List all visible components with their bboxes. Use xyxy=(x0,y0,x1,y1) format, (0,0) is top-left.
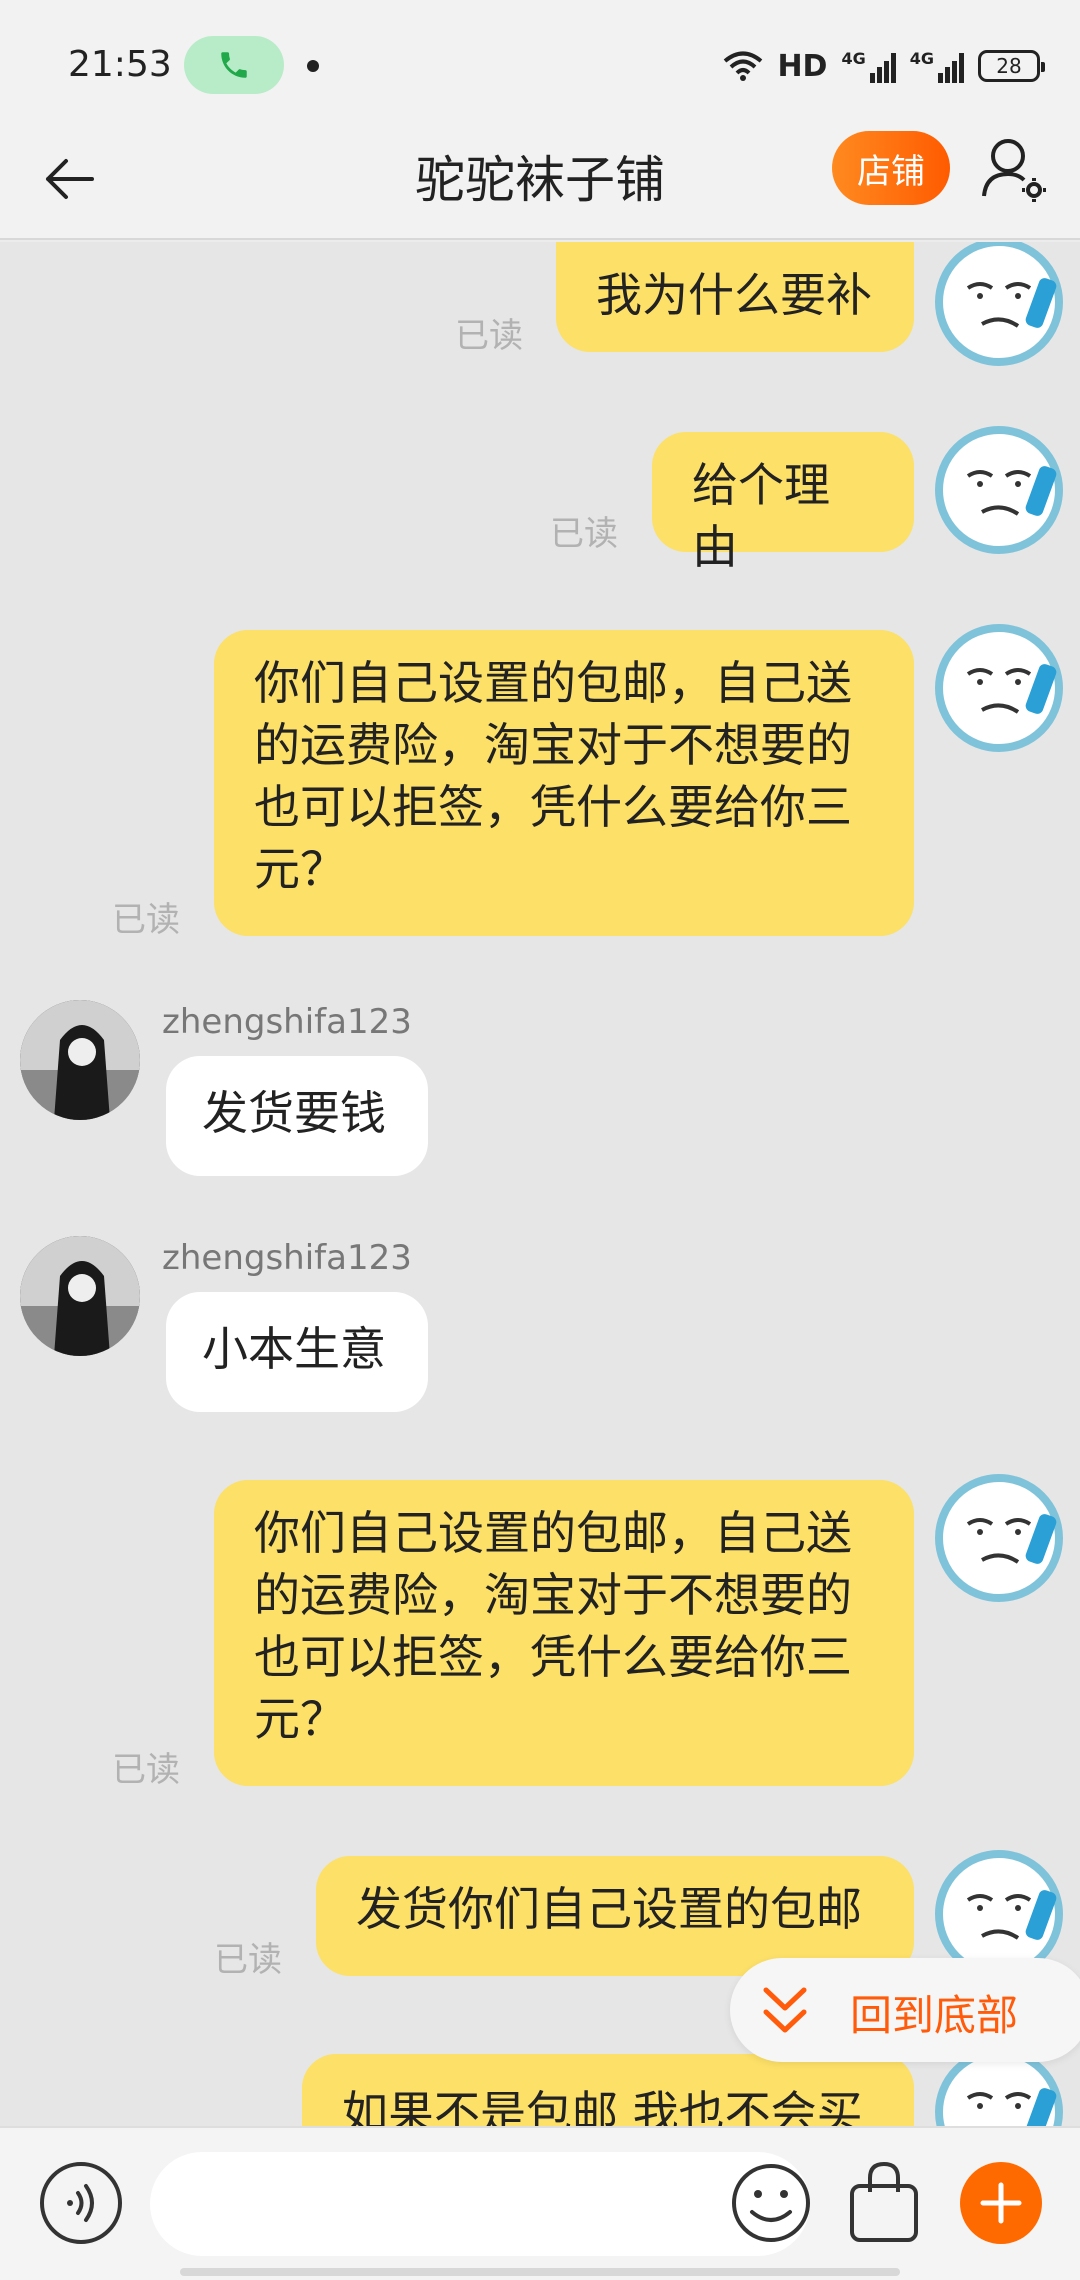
seller-message-bubble[interactable]: 小本生意 xyxy=(166,1292,428,1412)
shopping-bag-button[interactable] xyxy=(846,2158,922,2246)
voice-wave-icon xyxy=(67,2184,94,2222)
smiley-icon xyxy=(732,2164,810,2242)
back-to-bottom-label: 回到底部 xyxy=(850,1991,1019,2040)
read-receipt: 已读 xyxy=(455,316,523,356)
home-indicator xyxy=(180,2268,900,2276)
read-receipt: 已读 xyxy=(550,514,618,554)
phone-call-icon xyxy=(221,52,247,78)
seller-photo-avatar-icon xyxy=(20,1236,140,1356)
my-message-bubble[interactable]: 我为什么要补 xyxy=(556,242,914,352)
shopping-bag-icon xyxy=(850,2161,918,2242)
read-receipt: 已读 xyxy=(112,900,180,940)
my-avatar[interactable] xyxy=(928,624,1070,752)
my-avatar[interactable] xyxy=(928,242,1070,366)
meme-face-avatar-icon xyxy=(935,624,1063,752)
status-time: 21:53 xyxy=(68,44,172,85)
my-message-bubble[interactable]: 给个理由 xyxy=(652,432,914,574)
network-type-label: 4G xyxy=(841,49,866,68)
seller-photo-avatar-icon xyxy=(20,1000,140,1120)
chat-area[interactable]: 已读 我为什么要补 已读 给个理由 已读 你们自己设置的包邮，自己送的运费险，淘… xyxy=(0,242,1080,2126)
my-message-bubble[interactable]: 你们自己设置的包邮，自己送的运费险，淘宝对于不想要的也可以拒签，凭什么要给你三元… xyxy=(214,1480,914,1786)
message-input-bar xyxy=(0,2126,1080,2280)
seller-message-bubble[interactable]: 发货要钱 xyxy=(166,1056,428,1176)
profile-settings-button[interactable] xyxy=(980,134,1050,204)
read-receipt: 已读 xyxy=(214,1940,282,1980)
sender-name: zhengshifa123 xyxy=(162,1002,412,1042)
plus-icon xyxy=(980,2182,1022,2224)
user-settings-icon xyxy=(982,139,1046,202)
wifi-icon xyxy=(724,51,763,81)
message-input[interactable] xyxy=(150,2152,810,2256)
meme-face-avatar-icon xyxy=(935,1474,1063,1602)
my-message-bubble[interactable]: 如果不是包邮 我也不会买 xyxy=(302,2054,914,2126)
notification-dot xyxy=(307,60,319,72)
network-type-label-2: 4G xyxy=(909,49,934,68)
hd-label: HD xyxy=(777,48,828,84)
chat-header: 驼驼袜子铺 店铺 xyxy=(0,120,1080,240)
ongoing-call-pill[interactable] xyxy=(184,36,284,94)
voice-input-button[interactable] xyxy=(40,2162,122,2244)
back-to-bottom-button[interactable]: 回到底部 xyxy=(730,1958,1080,2062)
battery-level: 28 xyxy=(996,54,1022,78)
signal-icon-2: 4G xyxy=(910,49,964,83)
emoji-button[interactable] xyxy=(730,2162,812,2244)
status-bar: 21:53 HD 4G 4G 28 xyxy=(0,0,1080,120)
seller-avatar[interactable] xyxy=(20,1236,140,1356)
signal-icon: 4G xyxy=(841,49,896,83)
more-actions-button[interactable] xyxy=(960,2162,1042,2244)
shop-button[interactable]: 店铺 xyxy=(832,131,950,205)
status-icons: HD 4G 4G 28 xyxy=(723,44,1045,88)
sender-name: zhengshifa123 xyxy=(162,1238,412,1278)
my-avatar[interactable] xyxy=(928,426,1070,554)
double-chevron-down-icon xyxy=(763,1987,807,2033)
my-avatar[interactable] xyxy=(928,1474,1070,1602)
read-receipt: 已读 xyxy=(112,1750,180,1790)
battery-icon: 28 xyxy=(978,50,1045,82)
my-message-bubble[interactable]: 你们自己设置的包邮，自己送的运费险，淘宝对于不想要的也可以拒签，凭什么要给你三元… xyxy=(214,630,914,936)
meme-face-avatar-icon xyxy=(935,242,1063,366)
seller-avatar[interactable] xyxy=(20,1000,140,1120)
meme-face-avatar-icon xyxy=(935,426,1063,554)
